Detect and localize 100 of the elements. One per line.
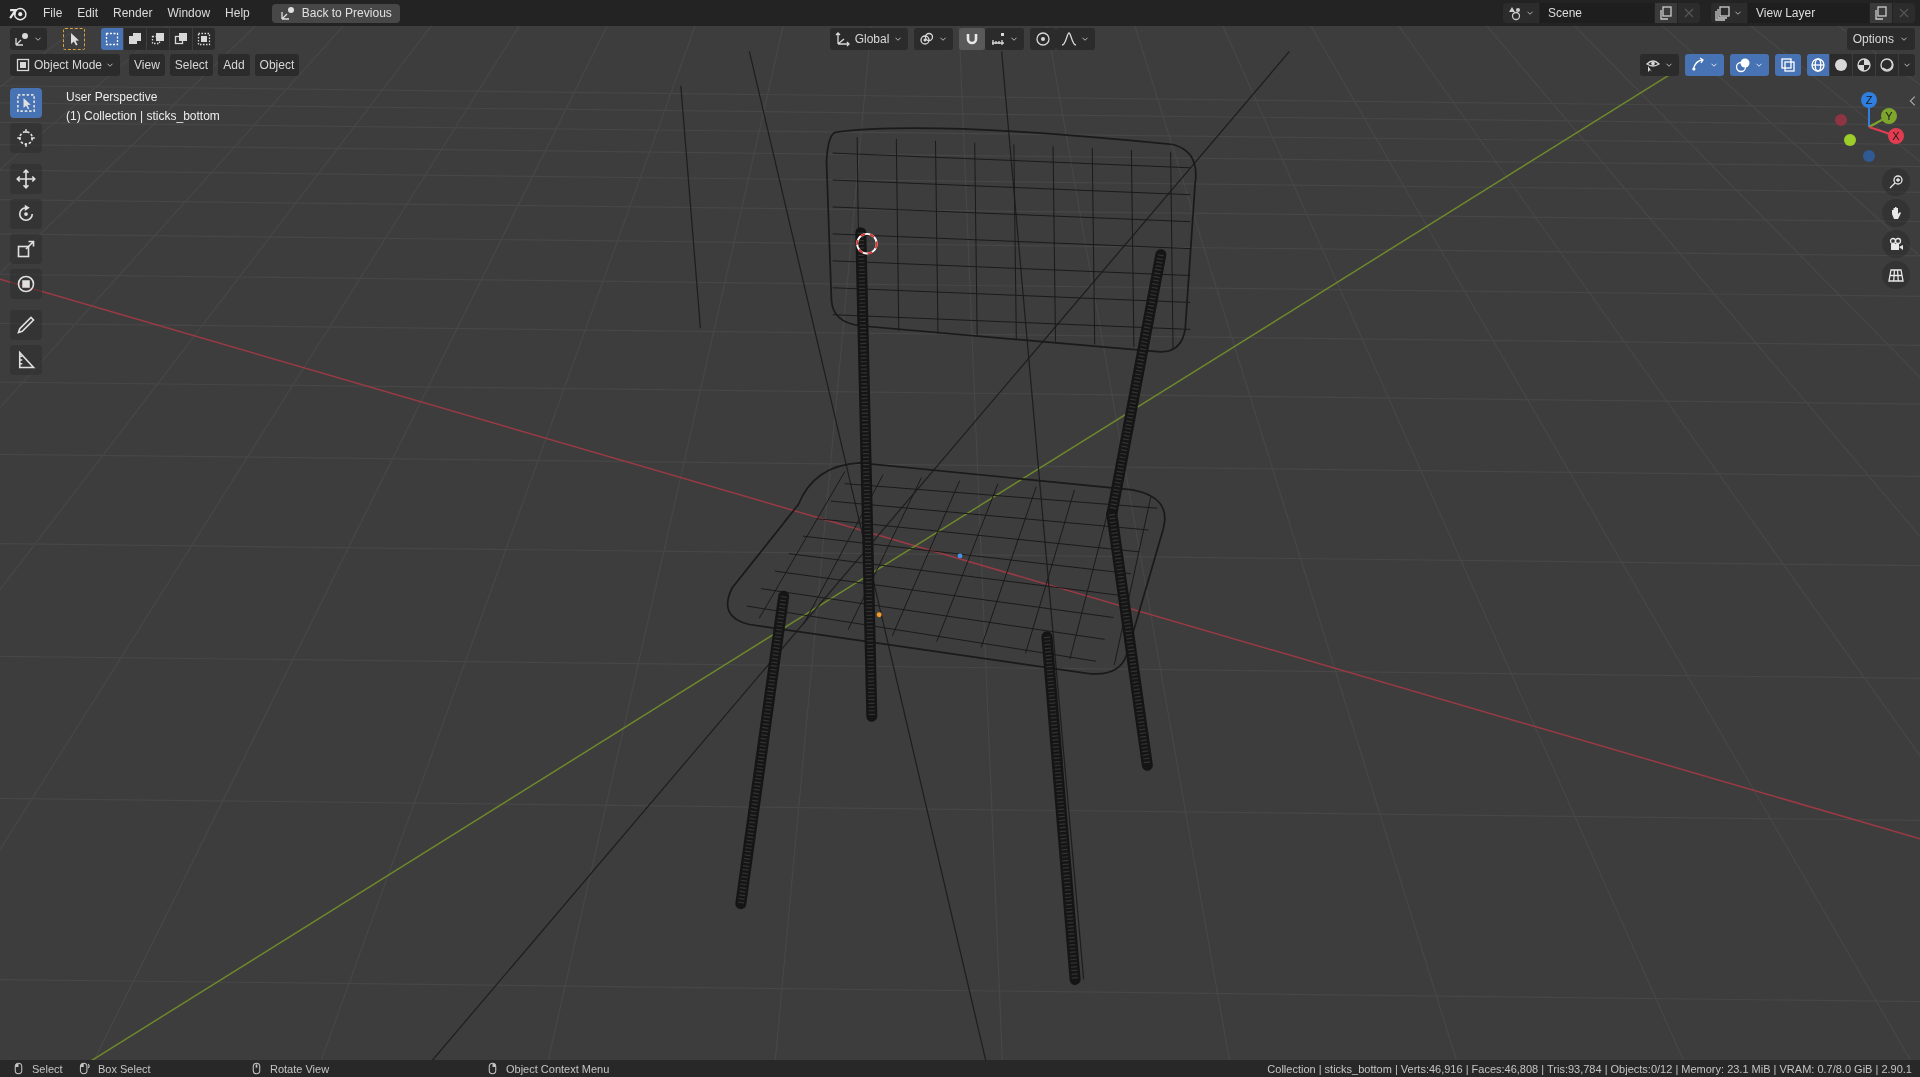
mode-dropdown[interactable]: Object Mode <box>10 54 121 76</box>
axis-dot[interactable] <box>1888 128 1904 144</box>
display-option-button[interactable] <box>1685 54 1724 76</box>
ring-dot-icon <box>1035 31 1051 47</box>
shading-button[interactable] <box>1807 54 1829 76</box>
duplicate-button[interactable] <box>1655 3 1677 23</box>
pencil-icon <box>16 315 36 335</box>
browse-dropdown[interactable] <box>1503 3 1539 23</box>
scene-field[interactable]: Scene <box>1540 3 1654 23</box>
status-hint: Object Context Menu <box>506 1062 610 1075</box>
axes-icon <box>835 31 851 47</box>
projection-button[interactable] <box>1882 261 1910 289</box>
tool-button[interactable] <box>10 310 42 340</box>
selection-mode-button[interactable] <box>193 28 215 50</box>
tool-button[interactable] <box>10 199 42 229</box>
display-option-button[interactable] <box>1640 54 1679 76</box>
tool-button[interactable] <box>10 88 42 118</box>
menu-item[interactable]: Select <box>169 54 214 76</box>
move-arrows-icon <box>16 169 36 189</box>
status-hint: Box Select <box>98 1062 151 1075</box>
overlapping-squares-icon <box>1780 57 1796 73</box>
axis-dot[interactable] <box>1863 150 1875 162</box>
status-hint: Rotate View <box>270 1062 330 1075</box>
square-icon <box>15 57 31 73</box>
cursor-icon <box>16 128 36 148</box>
menu-item[interactable]: Object <box>254 54 300 76</box>
selection-mode-button[interactable] <box>124 28 146 50</box>
scale-icon <box>16 239 36 259</box>
status-hint: Select <box>32 1062 63 1075</box>
eye-icon <box>1645 57 1661 73</box>
tool-button[interactable] <box>10 123 42 153</box>
tool-button[interactable] <box>10 234 42 264</box>
menu-item[interactable]: File <box>36 3 70 23</box>
tool-button[interactable] <box>10 345 42 375</box>
selection-mode-button[interactable] <box>147 28 169 50</box>
copy-icon <box>1658 5 1674 21</box>
shading-button[interactable] <box>1830 54 1852 76</box>
select-box-icon <box>16 93 36 113</box>
solid-sphere-icon <box>1833 57 1849 73</box>
selection-mode-icon <box>173 31 189 47</box>
view-layer-field[interactable]: View Layer <box>1748 3 1869 23</box>
sidebar-toggle-icon[interactable] <box>1908 94 1918 108</box>
snap-target-dropdown[interactable] <box>985 28 1024 50</box>
back-button[interactable]: Back to Previous <box>271 3 400 23</box>
camera-button[interactable] <box>1882 230 1910 258</box>
display-option-button[interactable] <box>1730 54 1769 76</box>
display-option-button[interactable] <box>1775 54 1801 76</box>
layers-icon <box>1715 5 1731 21</box>
orientation-dropdown[interactable]: Global <box>830 28 908 50</box>
menu-item[interactable]: View <box>129 54 165 76</box>
mouse-left-icon <box>12 1062 25 1075</box>
overlapping-circles-icon <box>1735 57 1751 73</box>
camera-icon <box>1888 236 1904 252</box>
falloff-dropdown[interactable] <box>1056 28 1095 50</box>
viewport-info-text: User Perspective <box>66 90 159 104</box>
menu-item[interactable]: Help <box>218 3 257 23</box>
material-sphere-icon <box>1856 57 1872 73</box>
origin-dot <box>957 553 963 559</box>
menu-item[interactable]: Add <box>218 54 250 76</box>
zoom-icon <box>1888 174 1904 190</box>
options-dropdown[interactable]: Options <box>1846 28 1915 50</box>
curved-arrow-icon <box>1690 57 1706 73</box>
selection-mode-button[interactable] <box>101 28 123 50</box>
menu-item[interactable]: Edit <box>70 3 106 23</box>
ruler-icon <box>16 350 36 370</box>
duplicate-button[interactable] <box>1870 3 1892 23</box>
editor-type-dropdown[interactable] <box>10 28 47 50</box>
wireframe-sphere-icon <box>1810 57 1826 73</box>
pivot-dropdown[interactable] <box>914 28 953 50</box>
shading-button[interactable] <box>1876 54 1898 76</box>
axis-label: Y <box>1885 110 1893 122</box>
snap-button[interactable] <box>959 28 985 50</box>
axis-dot[interactable] <box>1835 114 1847 126</box>
viewport-info-text: (1) Collection | sticks_bottom <box>66 109 220 123</box>
zoom-button[interactable] <box>1882 168 1910 196</box>
selection-mode-button[interactable] <box>170 28 192 50</box>
pan-button[interactable] <box>1882 199 1910 227</box>
mouse-drag-icon <box>78 1062 91 1075</box>
browse-dropdown[interactable] <box>1711 3 1747 23</box>
axis-dot[interactable] <box>1881 108 1897 124</box>
ruler-ticks-icon <box>990 31 1006 47</box>
axis-label: Z <box>1865 94 1873 106</box>
axis-label: X <box>1892 130 1900 142</box>
scene-statistics: Collection | sticks_bottom | Verts:46,916 | Faces:46,808 | Tris:93,784 | Objects:0/12 | Memory: 23.1 MiB | VRAM: 0.7/8.0 GiB | 2.90.1 <box>1267 1062 1912 1075</box>
axis-dot[interactable] <box>1844 134 1856 146</box>
shading-button[interactable] <box>1853 54 1875 76</box>
transform-icon <box>16 274 36 294</box>
copy-icon <box>1873 5 1889 21</box>
tool-button[interactable] <box>10 164 42 194</box>
rendered-sphere-icon <box>1879 57 1895 73</box>
scene-icon <box>1507 5 1523 21</box>
axis-dot[interactable] <box>1861 92 1877 108</box>
menu-item[interactable]: Render <box>106 3 160 23</box>
grid-icon <box>1888 267 1904 283</box>
proportional-edit-button[interactable] <box>1030 28 1056 50</box>
magnet-icon <box>964 31 980 47</box>
tool-button[interactable] <box>10 269 42 299</box>
selection-mode-icon <box>150 31 166 47</box>
menu-item[interactable]: Window <box>160 3 218 23</box>
select-tool-button[interactable] <box>63 28 85 50</box>
